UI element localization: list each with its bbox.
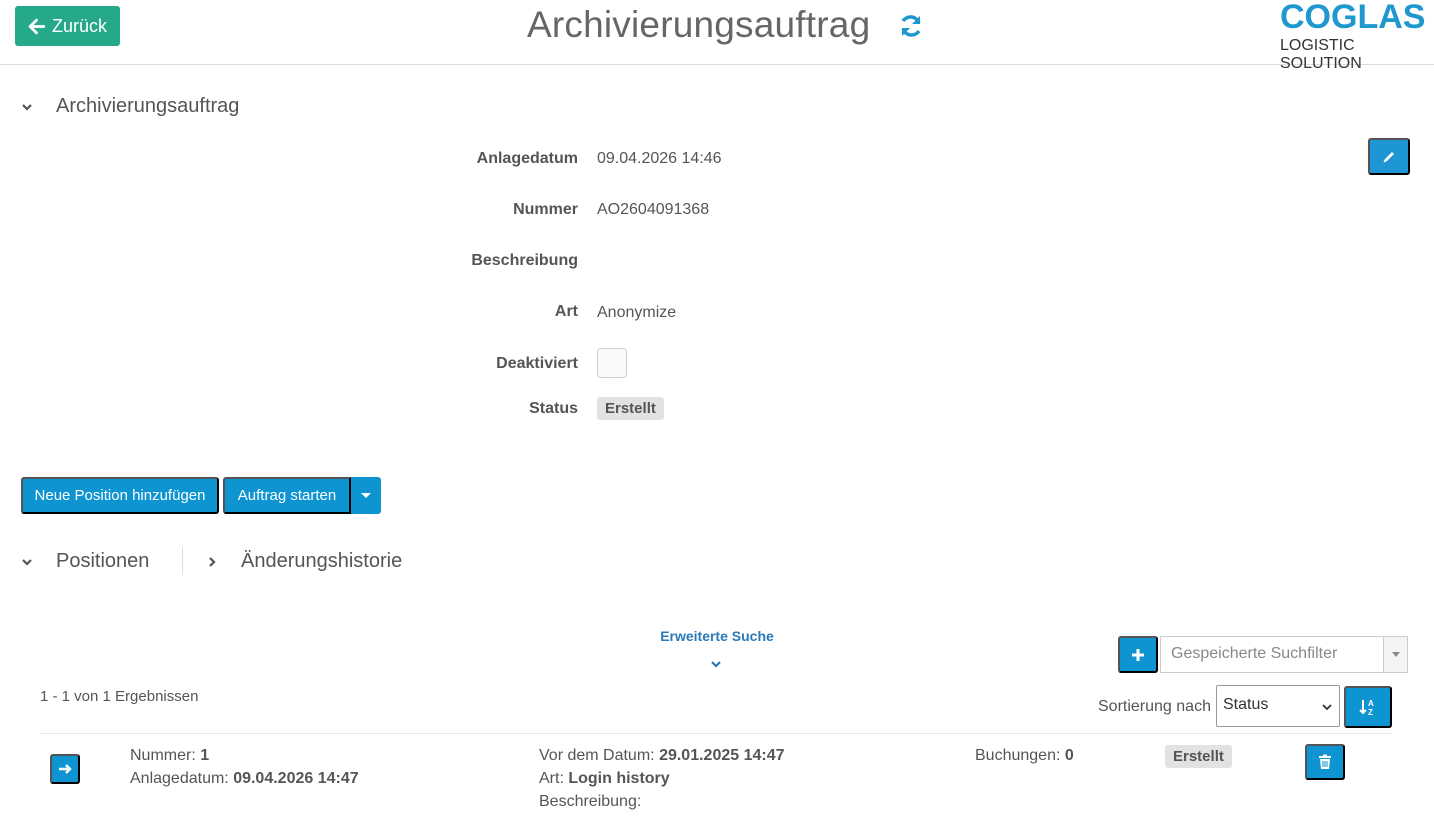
row-number: Nummer: 1 bbox=[130, 744, 209, 767]
sort-select-value: Status bbox=[1223, 696, 1269, 713]
saved-filter-select[interactable]: Gespeicherte Suchfilter bbox=[1160, 636, 1408, 673]
logo-main-text: COGLAS bbox=[1280, 0, 1426, 36]
logo-sub-text: LOGISTIC SOLUTION bbox=[1280, 37, 1362, 72]
sort-alpha-icon: A Z bbox=[1359, 699, 1374, 717]
add-filter-button[interactable] bbox=[1118, 636, 1158, 673]
refresh-icon[interactable] bbox=[897, 12, 925, 40]
plus-icon bbox=[1132, 648, 1144, 661]
tab-positions[interactable]: Positionen bbox=[20, 550, 149, 573]
number-label: Nummer bbox=[513, 201, 578, 218]
row-created-label: Anlagedatum: bbox=[130, 770, 229, 787]
start-order-dropdown-button[interactable] bbox=[351, 477, 381, 514]
company-logo: COGLAS LOGISTIC SOLUTION bbox=[1280, 0, 1430, 73]
sort-direction-button[interactable]: A Z bbox=[1344, 686, 1392, 728]
chevron-down-icon bbox=[22, 558, 32, 566]
row-number-label: Nummer: bbox=[130, 747, 196, 764]
status-badge: Erstellt bbox=[1165, 745, 1232, 768]
type-value: Anonymize bbox=[597, 304, 677, 321]
row-number-value: 1 bbox=[200, 747, 210, 764]
tab-history[interactable]: Änderungshistorie bbox=[205, 550, 402, 573]
saved-filter-placeholder: Gespeicherte Suchfilter bbox=[1171, 645, 1338, 662]
number-value: AO2604091368 bbox=[597, 201, 710, 218]
row-description-label: Beschreibung: bbox=[539, 793, 642, 810]
add-position-button[interactable]: Neue Position hinzufügen bbox=[21, 477, 219, 514]
back-button[interactable]: Zurück bbox=[15, 6, 120, 46]
row-bookings-label: Buchungen: bbox=[975, 747, 1061, 764]
disabled-checkbox[interactable] bbox=[597, 348, 627, 378]
trash-icon bbox=[1319, 754, 1331, 769]
arrow-left-icon bbox=[28, 18, 45, 34]
tab-positions-label: Positionen bbox=[56, 550, 150, 572]
caret-down-icon bbox=[361, 493, 371, 498]
row-before-date: Vor dem Datum: 29.01.2025 14:47 bbox=[539, 744, 785, 767]
tab-history-label: Änderungshistorie bbox=[241, 550, 403, 572]
description-label: Beschreibung bbox=[471, 252, 578, 269]
status-badge: Erstellt bbox=[597, 397, 664, 420]
page-title: Archivierungsauftrag bbox=[527, 4, 871, 45]
sort-label: Sortierung nach bbox=[1098, 698, 1211, 715]
list-divider bbox=[40, 733, 1392, 734]
type-label: Art bbox=[554, 303, 578, 320]
row-type-label: Art: bbox=[539, 770, 564, 787]
open-row-button[interactable] bbox=[50, 754, 80, 784]
row-bookings-value: 0 bbox=[1064, 747, 1074, 764]
created-label: Anlagedatum bbox=[476, 150, 578, 167]
row-type-value: Login history bbox=[568, 770, 670, 787]
result-count: 1 - 1 von 1 Ergebnissen bbox=[40, 688, 199, 705]
chevron-down-icon bbox=[1322, 704, 1332, 711]
row-created: Anlagedatum: 09.04.2026 14:47 bbox=[130, 767, 359, 790]
created-value: 09.04.2026 14:46 bbox=[597, 150, 722, 167]
svg-text:Z: Z bbox=[1368, 708, 1373, 717]
details-section-toggle[interactable]: Archivierungsauftrag bbox=[20, 95, 239, 118]
sort-select[interactable]: Status bbox=[1216, 685, 1340, 727]
chevron-down-icon bbox=[22, 103, 32, 111]
row-type: Art: Login history bbox=[539, 767, 670, 790]
edit-button[interactable] bbox=[1368, 138, 1410, 175]
row-description: Beschreibung: bbox=[539, 790, 641, 813]
status-value: Erstellt bbox=[597, 397, 664, 420]
disabled-label: Deaktiviert bbox=[496, 355, 578, 372]
arrow-right-icon bbox=[59, 764, 72, 774]
pencil-icon bbox=[1383, 151, 1394, 162]
dropdown-arrow-icon bbox=[1383, 637, 1407, 672]
status-label: Status bbox=[529, 400, 578, 417]
app-header: Zurück Archivierungsauftrag COGLAS LOGIS… bbox=[0, 0, 1434, 72]
details-section-title: Archivierungsauftrag bbox=[56, 95, 240, 117]
chevron-right-icon bbox=[209, 556, 216, 567]
row-before-label: Vor dem Datum: bbox=[539, 747, 655, 764]
row-created-value: 09.04.2026 14:47 bbox=[233, 770, 359, 787]
row-status: Erstellt bbox=[1165, 745, 1232, 768]
back-button-label: Zurück bbox=[51, 15, 107, 36]
svg-text:A: A bbox=[1368, 699, 1374, 708]
start-order-button[interactable]: Auftrag starten bbox=[223, 477, 351, 514]
chevron-down-icon[interactable] bbox=[709, 657, 723, 671]
tab-divider bbox=[182, 547, 183, 575]
row-before-value: 29.01.2025 14:47 bbox=[659, 747, 785, 764]
row-bookings: Buchungen: 0 bbox=[975, 744, 1074, 767]
delete-row-button[interactable] bbox=[1305, 744, 1345, 780]
